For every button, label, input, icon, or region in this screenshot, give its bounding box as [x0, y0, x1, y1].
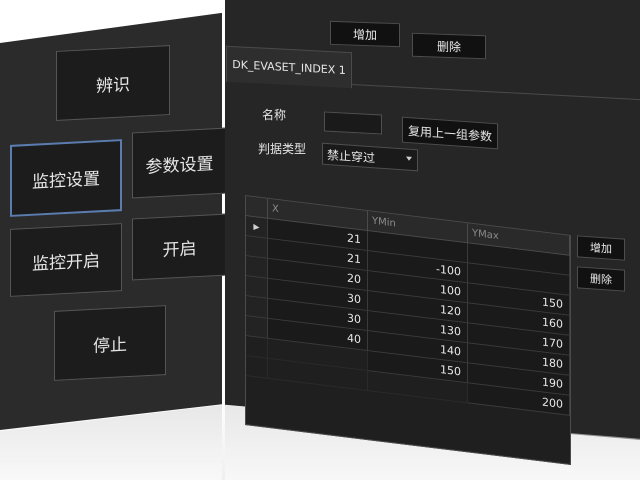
row-indicator-header [246, 196, 268, 219]
row-indicator [246, 236, 268, 259]
chevron-down-icon [406, 156, 412, 161]
row-indicator [246, 296, 268, 319]
add-set-button[interactable]: 增加 [330, 20, 400, 48]
current-row-icon: ▶ [246, 216, 268, 239]
stop-button[interactable]: 停止 [54, 305, 166, 381]
delete-row-button[interactable]: 删除 [577, 266, 625, 292]
screen: 辨识 监控设置 参数设置 监控开启 开启 停止 增加 删除 DK_EVASET_… [0, 0, 640, 480]
row-indicator [246, 256, 268, 279]
monitor-settings-button[interactable]: 监控设置 [10, 139, 122, 217]
row-indicator [246, 316, 268, 339]
row-indicator [246, 356, 268, 379]
identify-button[interactable]: 辨识 [56, 45, 170, 121]
open-button[interactable]: 开启 [132, 213, 227, 281]
row-indicator [246, 336, 268, 359]
monitor-open-button[interactable]: 监控开启 [10, 223, 122, 297]
delete-set-button[interactable]: 删除 [412, 32, 486, 60]
name-input[interactable] [324, 111, 382, 135]
param-settings-button[interactable]: 参数设置 [132, 127, 227, 199]
points-grid[interactable]: X YMin YMax ▶ 21 21 -100 20 100 150 30 1… [245, 195, 571, 466]
add-row-button[interactable]: 增加 [577, 235, 625, 261]
criterion-type-label: 判据类型 [258, 142, 307, 156]
criterion-type-value: 禁止穿过 [327, 147, 376, 165]
name-label: 名称 [262, 108, 287, 122]
tab-dk-evaset-index-1[interactable]: DK_EVASET_INDEX 1 [226, 45, 352, 89]
row-indicator [246, 276, 268, 299]
